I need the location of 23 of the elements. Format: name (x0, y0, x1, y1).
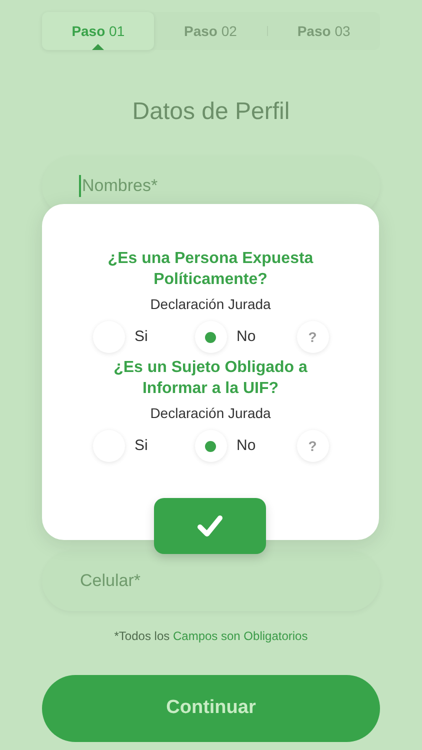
triangle-icon (92, 44, 104, 50)
question-subtitle: Declaración Jurada (150, 295, 271, 314)
continue-button[interactable]: Continuar (42, 675, 380, 742)
radio-label: No (236, 326, 256, 347)
radio-button[interactable] (194, 321, 226, 353)
help-button[interactable]: ? (296, 430, 328, 462)
radio-label: No (236, 436, 256, 456)
step-tab[interactable]: Paso 01 (42, 12, 154, 50)
radio-label: Si (134, 326, 148, 347)
checkmark-icon (197, 515, 223, 537)
confirm-button[interactable] (154, 498, 266, 554)
step-tab[interactable]: Paso 02 (154, 12, 267, 50)
page-title: Datos de Perfil (131, 97, 291, 127)
help-button[interactable]: ? (296, 321, 328, 353)
radio-label: Si (134, 436, 148, 456)
question-title: ¿Es una Persona Expuesta Políticamente? (106, 249, 314, 290)
radio-button[interactable] (194, 430, 226, 462)
text-cursor (79, 175, 81, 197)
required-note: *Todos los Campos son Obligatorios (113, 628, 309, 645)
question-title: ¿Es un Sujeto Obligado a Informar a la UIF? (112, 358, 308, 399)
question-subtitle: Declaración Jurada (150, 404, 271, 423)
text-field[interactable]: Celular* (42, 551, 380, 611)
step-tab[interactable]: Paso 03 (268, 12, 380, 50)
